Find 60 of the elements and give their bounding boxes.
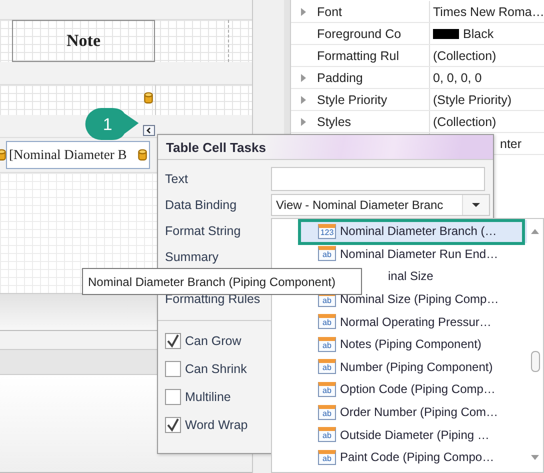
checkbox-label: Multiline xyxy=(185,390,231,404)
checkbox-label: Word Wrap xyxy=(185,418,248,432)
property-name: Font xyxy=(317,4,342,18)
property-name: Style Priority xyxy=(317,92,388,106)
field-type-icon: ab xyxy=(318,450,336,465)
property-value[interactable]: nter xyxy=(500,136,522,150)
scrollbar-thumb[interactable] xyxy=(530,351,540,372)
field-type-icon: ab xyxy=(318,382,336,397)
scroll-up-icon[interactable] xyxy=(531,229,539,234)
text-field[interactable] xyxy=(271,167,485,191)
expand-arrow-icon[interactable] xyxy=(300,8,306,16)
field-type-icon: ab xyxy=(318,404,336,420)
list-item[interactable]: ab Number (Piping Component) xyxy=(272,356,527,378)
property-name: Padding xyxy=(317,70,363,84)
property-value[interactable]: (Collection) xyxy=(433,48,496,62)
field-type-icon: 123 xyxy=(318,224,336,239)
checkbox-label: Can Grow xyxy=(185,334,242,348)
list-item[interactable]: ab Normal Operating Pressur… xyxy=(272,310,527,333)
step-callout: 1 xyxy=(84,108,140,140)
checkbox[interactable] xyxy=(165,361,181,377)
data-binding-dropdown[interactable]: View - Nominal Diameter Branc xyxy=(271,194,490,216)
expand-arrow-icon[interactable] xyxy=(300,96,306,104)
property-value[interactable]: (Style Priority) xyxy=(433,92,512,106)
property-name: Foreground Co xyxy=(317,26,402,40)
field-type-icon: ab xyxy=(318,336,336,352)
checkbox[interactable] xyxy=(165,389,181,405)
list-item[interactable]: ab Outside Diameter (Piping … xyxy=(272,423,527,446)
panel-title: Table Cell Tasks xyxy=(158,135,493,160)
expand-arrow-icon[interactable] xyxy=(300,118,306,126)
field-label: Data Binding xyxy=(165,198,238,212)
expand-arrow-icon[interactable] xyxy=(300,74,306,82)
checkbox-label: Can Shrink xyxy=(185,362,247,376)
property-value[interactable]: Times New Roma… xyxy=(433,4,544,18)
property-value[interactable]: 0, 0, 0, 0 xyxy=(433,70,482,84)
database-icon xyxy=(138,149,147,161)
list-item[interactable]: ab Paint Code (Piping Compo… xyxy=(272,446,527,469)
property-name: Formatting Rul xyxy=(317,48,399,62)
list-item[interactable]: ab Notes (Piping Component) xyxy=(272,332,527,356)
field-label: Formatting Rules xyxy=(165,292,262,306)
field-label: Summary xyxy=(165,250,220,264)
checkbox[interactable] xyxy=(165,333,181,349)
checkbox[interactable] xyxy=(165,417,181,433)
list-item[interactable]: ab Option Code (Piping Comp… xyxy=(272,378,527,401)
field-label: Text xyxy=(165,172,189,186)
property-name: Styles xyxy=(317,114,352,128)
field-type-icon: ab xyxy=(318,314,336,330)
field-type-icon: ab xyxy=(318,427,336,442)
property-value[interactable]: Black xyxy=(463,26,494,40)
scroll-down-icon[interactable] xyxy=(531,455,539,460)
list-item[interactable]: ab Order Number (Piping Com… xyxy=(272,400,527,424)
property-value[interactable]: (Collection) xyxy=(433,114,496,128)
table-cell: Note xyxy=(12,20,155,62)
collapse-icon[interactable] xyxy=(143,125,155,136)
tooltip: Nominal Diameter Branch (Piping Component) xyxy=(82,268,362,295)
list-item[interactable]: ab Nominal Diameter Run End… xyxy=(272,242,527,266)
field-label: Format String xyxy=(165,224,242,238)
database-icon xyxy=(144,92,153,104)
field-type-icon: ab xyxy=(318,246,336,262)
field-type-icon: ab xyxy=(318,359,336,374)
table-cell[interactable]: [Nominal Diameter B xyxy=(6,141,150,169)
